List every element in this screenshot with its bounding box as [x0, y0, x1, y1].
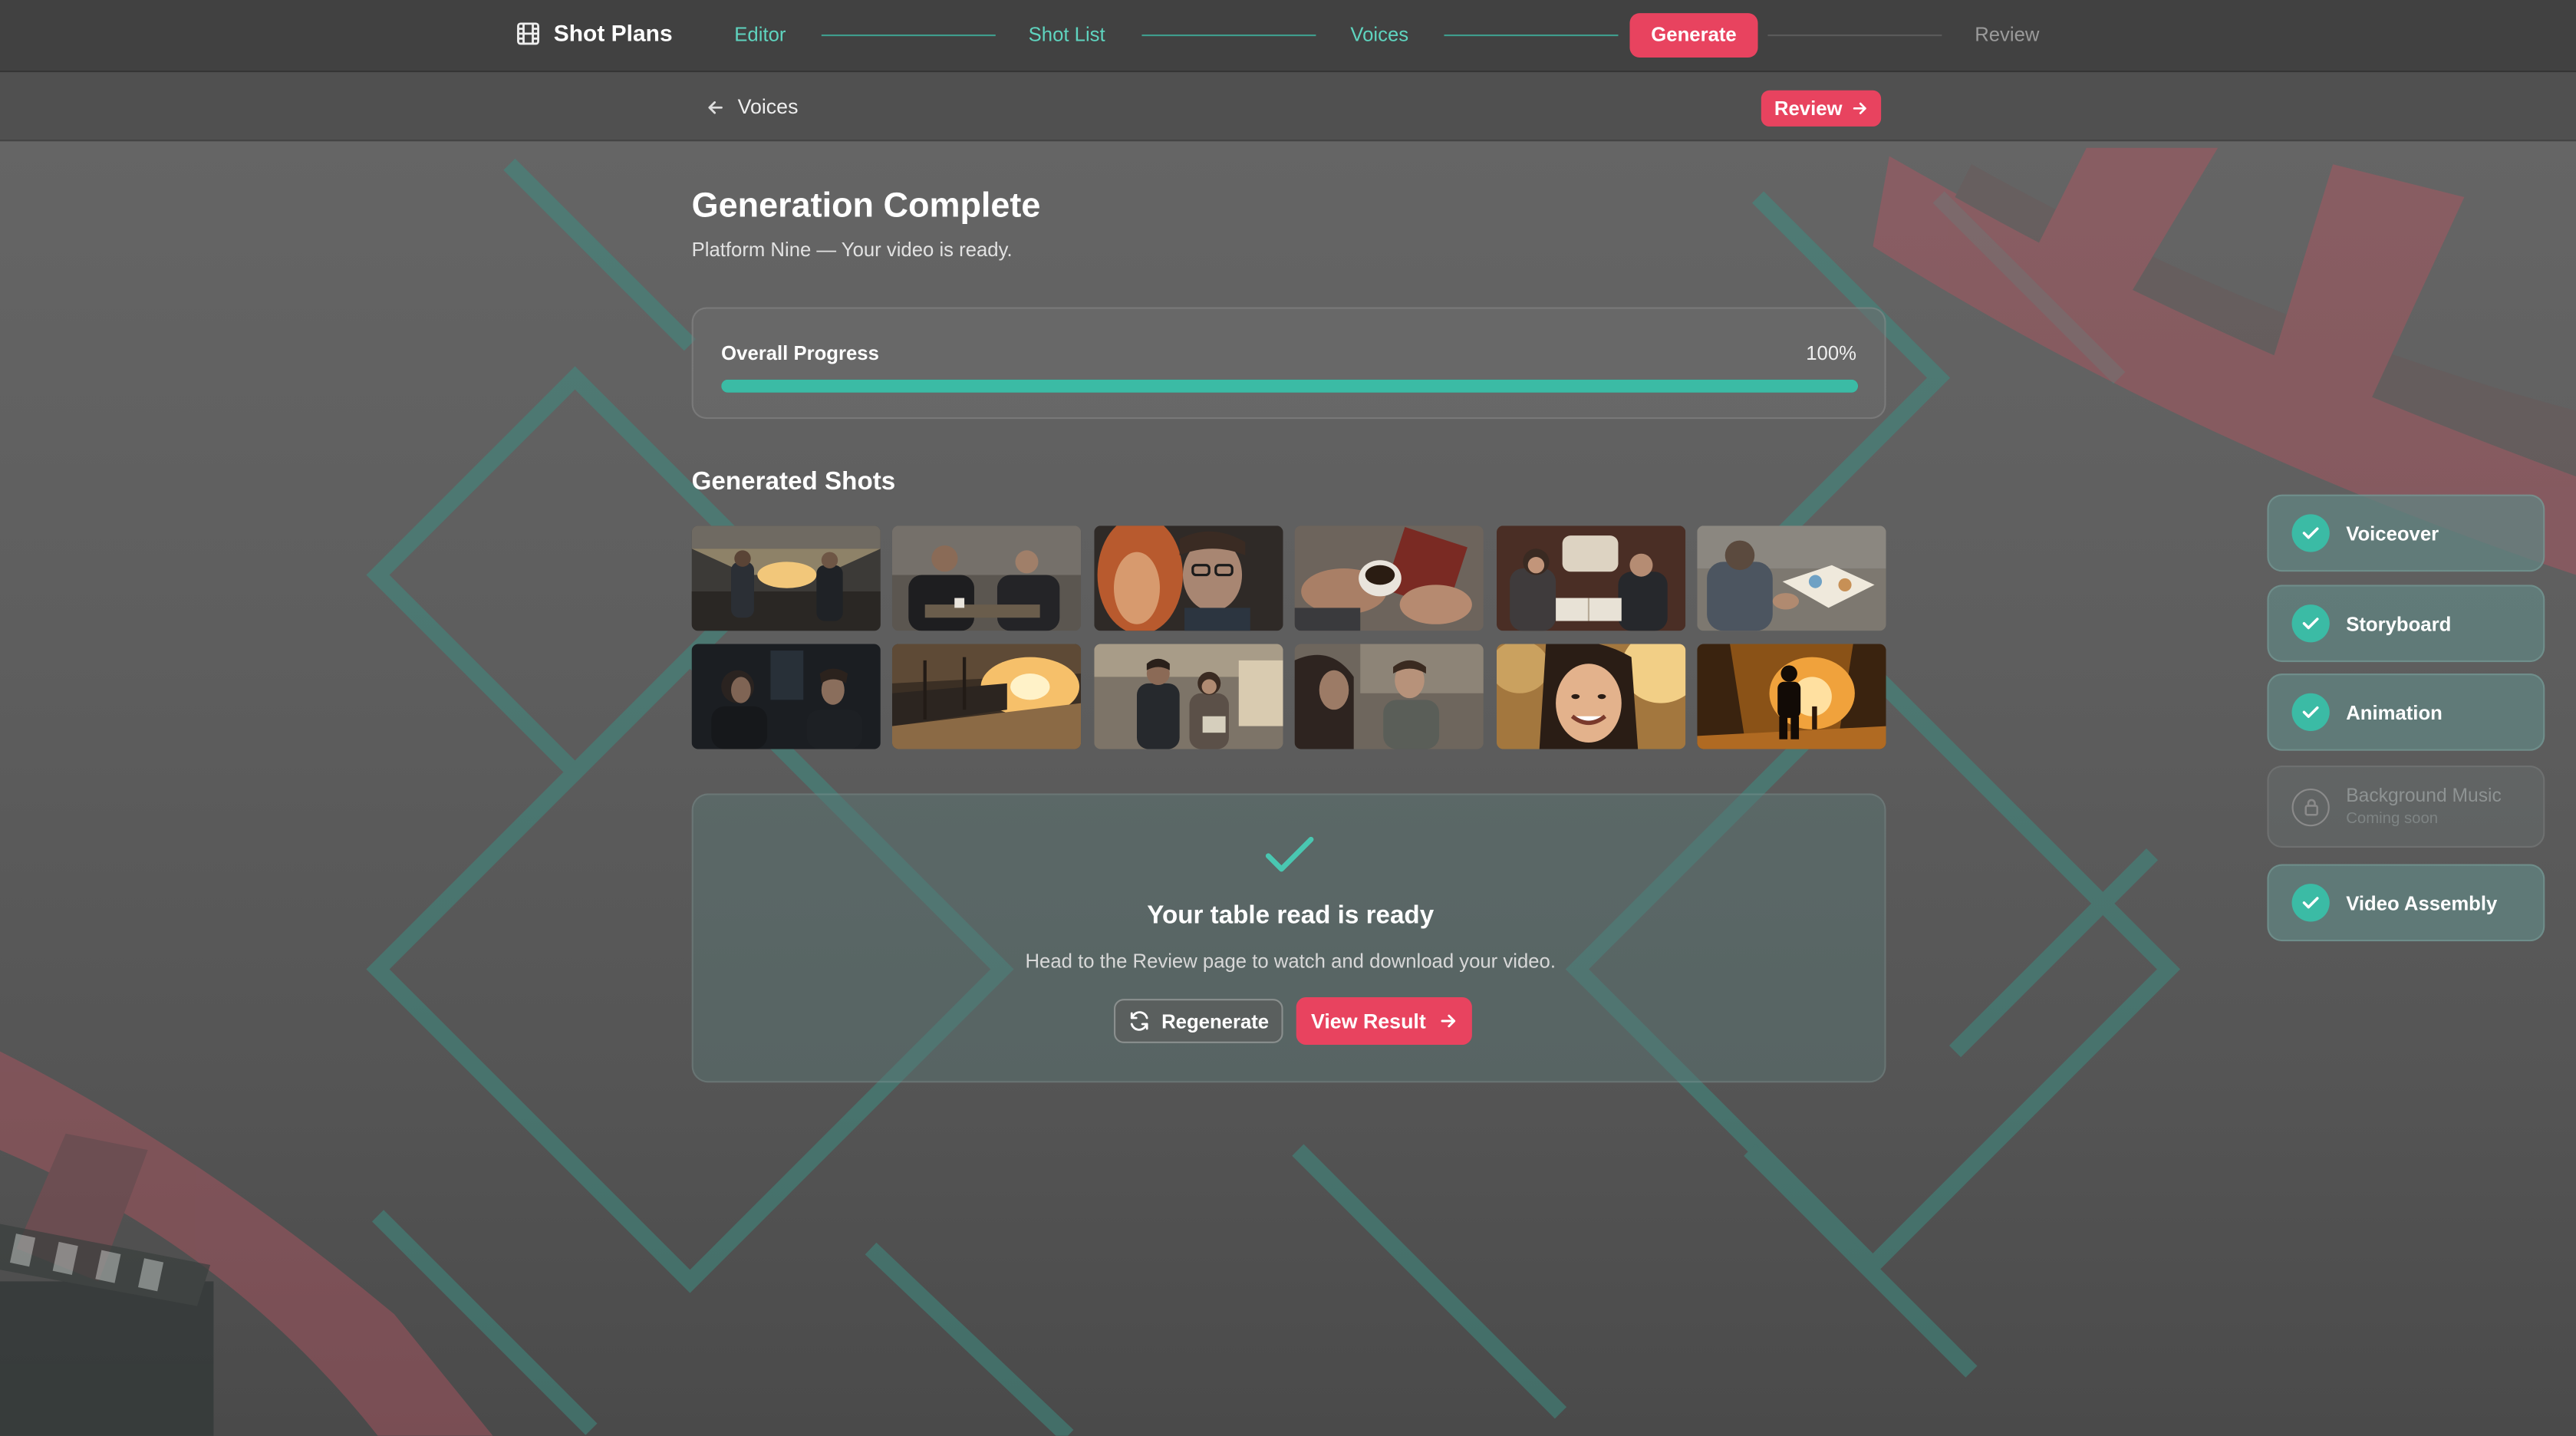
brand[interactable]: Shot Plans	[516, 19, 673, 46]
status-label: Storyboard	[2346, 611, 2452, 635]
shot-thumbnail[interactable]	[1697, 644, 1886, 749]
shot-image	[1496, 525, 1685, 631]
shot-image	[1697, 644, 1886, 749]
status-note: Coming soon	[2346, 809, 2439, 828]
progress-bar	[721, 379, 1859, 393]
check-circle-icon	[2291, 693, 2330, 732]
shot-image	[1496, 644, 1685, 749]
progress-label: Overall Progress	[721, 341, 879, 365]
shot-thumbnail[interactable]	[892, 525, 1082, 631]
status-label: Background Music	[2346, 786, 2502, 806]
status-item-animation: Animation	[2267, 674, 2545, 751]
step-connector	[1141, 34, 1316, 37]
shot-thumbnail[interactable]	[892, 644, 1082, 749]
check-circle-icon	[2291, 514, 2330, 552]
shot-thumbnail[interactable]	[691, 525, 881, 631]
shot-image	[691, 644, 881, 749]
shot-thumbnail[interactable]	[691, 644, 881, 749]
status-label: Video Assembly	[2346, 891, 2498, 914]
shot-image	[892, 525, 1082, 631]
shot-thumbnail[interactable]	[1294, 644, 1484, 749]
status-item-background-music: Background Music Coming soon	[2267, 765, 2545, 848]
status-label: Animation	[2346, 700, 2443, 724]
step-connector	[1767, 34, 1942, 37]
back-label: Voices	[737, 95, 799, 119]
ready-title: Your table read is ready	[1147, 901, 1435, 930]
regenerate-label: Regenerate	[1161, 1009, 1270, 1033]
back-button[interactable]: Voices	[707, 95, 799, 119]
shot-image	[1294, 525, 1484, 631]
brand-name: Shot Plans	[553, 19, 673, 46]
arrow-left-icon	[708, 100, 723, 114]
refresh-icon	[1130, 1011, 1148, 1031]
top-navigation: Shot Plans Editor Shot List Voices Gener…	[0, 0, 2576, 73]
status-item-voiceover: Voiceover	[2267, 494, 2545, 572]
shot-thumbnail[interactable]	[1294, 525, 1484, 631]
shot-thumbnail[interactable]	[1093, 525, 1283, 631]
ready-card: Your table read is ready Head to the Rev…	[691, 793, 1886, 1083]
arrow-right-icon	[1441, 1014, 1456, 1028]
shots-grid	[691, 525, 1886, 749]
generated-shots-title: Generated Shots	[691, 468, 896, 496]
checkmark-icon	[1265, 836, 1314, 872]
lock-icon	[2291, 787, 2330, 826]
review-button[interactable]: Review	[1761, 90, 1882, 127]
review-button-label: Review	[1774, 97, 1843, 120]
shot-thumbnail[interactable]	[1093, 644, 1283, 749]
regenerate-button[interactable]: Regenerate	[1114, 999, 1284, 1043]
shot-image	[1093, 644, 1283, 749]
progress-value: 100%	[1806, 341, 1857, 365]
page-title: Generation Complete	[691, 187, 1041, 226]
status-item-storyboard: Storyboard	[2267, 585, 2545, 663]
ready-subtitle: Head to the Review page to watch and dow…	[1025, 949, 1556, 973]
film-icon	[517, 21, 539, 44]
status-label: Voiceover	[2346, 521, 2439, 545]
view-result-button[interactable]: View Result	[1296, 996, 1472, 1046]
step-connector	[821, 34, 996, 37]
shot-image	[892, 644, 1082, 749]
step-review[interactable]: Review	[1975, 23, 2039, 46]
shot-image	[1093, 525, 1283, 631]
shot-thumbnail[interactable]	[1697, 525, 1886, 631]
step-generate[interactable]: Generate	[1629, 13, 1758, 58]
step-voices[interactable]: Voices	[1350, 23, 1408, 46]
shot-thumbnail[interactable]	[1496, 644, 1685, 749]
progress-card: Overall Progress 100%	[691, 307, 1886, 420]
step-shot-list[interactable]: Shot List	[1029, 23, 1105, 46]
step-editor[interactable]: Editor	[734, 23, 786, 46]
view-result-label: View Result	[1310, 1009, 1426, 1033]
step-connector	[1444, 34, 1619, 37]
shot-image	[1294, 644, 1484, 749]
check-circle-icon	[2291, 884, 2330, 922]
progress-fill	[721, 379, 1859, 393]
page-subtitle: Platform Nine — Your video is ready.	[691, 238, 1013, 262]
shot-image	[1697, 525, 1886, 631]
status-item-video-assembly: Video Assembly	[2267, 864, 2545, 942]
arrow-right-icon	[1853, 102, 1867, 114]
check-circle-icon	[2291, 604, 2330, 643]
shot-image	[691, 525, 881, 631]
shot-thumbnail[interactable]	[1496, 525, 1685, 631]
sub-toolbar: Voices Review	[0, 72, 2576, 142]
